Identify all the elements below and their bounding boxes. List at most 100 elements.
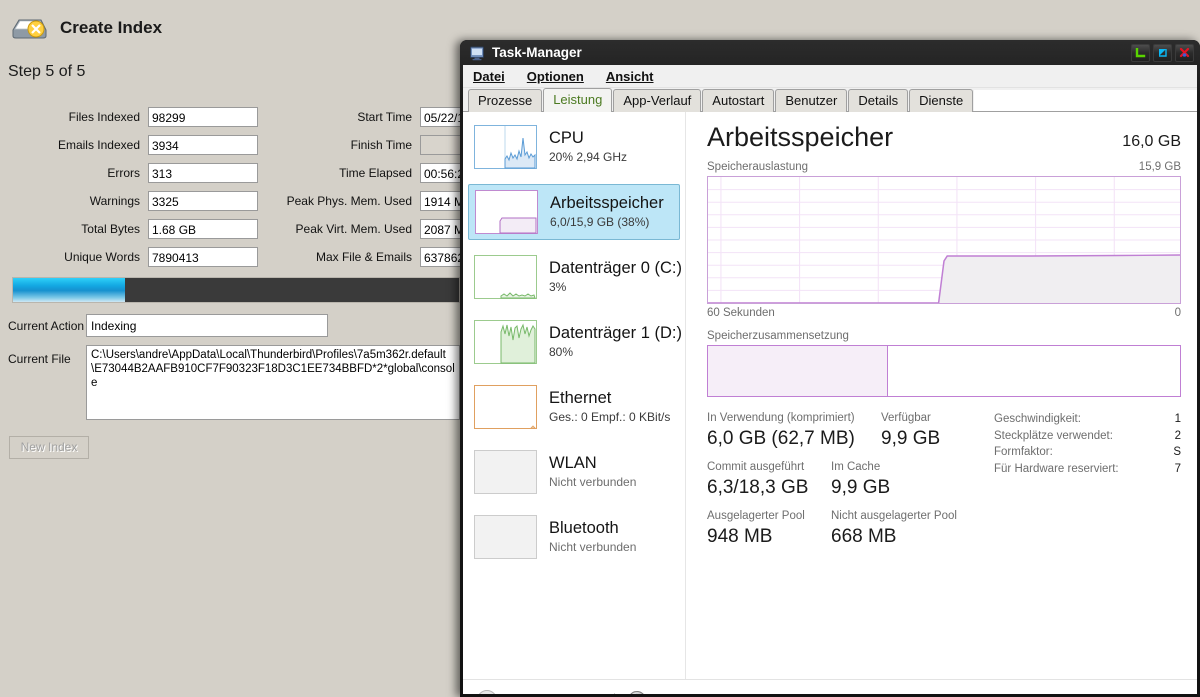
sidebar-item-label: Arbeitsspeicher xyxy=(550,193,664,212)
tab-dienste[interactable]: Dienste xyxy=(909,89,974,112)
stat-value: 9,9 GB xyxy=(831,477,891,498)
memory-hardware-info: Geschwindigkeit: 1 Steckplätze verwendet… xyxy=(990,411,1181,558)
field-label: Emails Indexed xyxy=(57,138,140,152)
graph-label: Speicherauslastung xyxy=(707,161,809,173)
close-icon[interactable] xyxy=(1175,44,1194,62)
maximize-icon[interactable] xyxy=(1153,44,1172,62)
sidebar-item-arbeitsspeicher[interactable]: Arbeitsspeicher 6,0/15,9 GB (38%) xyxy=(468,184,680,240)
stat-row: In Verwendung (komprimiert) 6,0 GB (62,7… xyxy=(707,411,990,451)
field-errors: Errors 313 xyxy=(40,162,258,184)
sidebar-item-ethernet[interactable]: Ethernet Ges.: 0 Empf.: 0 KBit/s xyxy=(468,379,680,435)
sidebar-item-text: WLAN Nicht verbunden xyxy=(549,454,636,491)
graph-axis-right: 0 xyxy=(1174,307,1181,319)
menu-ansicht[interactable]: Ansicht xyxy=(606,69,654,84)
disk1-sparkline-icon xyxy=(474,320,537,364)
index-progress-fill xyxy=(13,278,125,302)
composition-available-segment xyxy=(888,346,1180,396)
resource-monitor-icon xyxy=(628,691,647,694)
performance-body: CPU 20% 2,94 GHz Arbeitsspeicher 6,0/15,… xyxy=(463,112,1197,679)
sidebar-item-sub: Nicht verbunden xyxy=(549,474,637,489)
memory-composition-bar[interactable] xyxy=(707,345,1181,397)
minimize-icon[interactable] xyxy=(1131,44,1150,62)
stat-cached: Im Cache 9,9 GB xyxy=(831,460,890,500)
sidebar-item-bluetooth[interactable]: Bluetooth Nicht verbunden xyxy=(468,509,680,565)
field-label: Time Elapsed xyxy=(339,166,412,180)
field-label: Max File & Emails xyxy=(315,250,412,264)
window-controls xyxy=(1131,44,1194,62)
memory-total: 16,0 GB xyxy=(1122,133,1181,150)
field-emails-indexed: Emails Indexed 3934 xyxy=(40,134,258,156)
tab-app-verlauf[interactable]: App-Verlauf xyxy=(613,89,702,112)
hw-value: 2 xyxy=(1174,429,1181,442)
stat-paged-pool: Ausgelagerter Pool 948 MB xyxy=(707,509,831,549)
field-label: Warnings xyxy=(89,194,140,208)
footer-divider xyxy=(614,693,616,694)
hw-label: Steckplätze verwendet: xyxy=(994,429,1113,442)
disk0-sparkline-icon xyxy=(474,255,537,299)
memory-sparkline-icon xyxy=(475,190,538,234)
sidebar-item-datentraeger-1[interactable]: Datenträger 1 (D:) 80% xyxy=(468,314,682,370)
field-label: Peak Phys. Mem. Used xyxy=(286,194,412,208)
field-value[interactable]: 3934 xyxy=(148,135,258,155)
menu-datei-label: Datei xyxy=(473,68,505,84)
performance-sidebar: CPU 20% 2,94 GHz Arbeitsspeicher 6,0/15,… xyxy=(463,112,686,679)
field-label: Finish Time xyxy=(350,138,412,152)
field-value[interactable]: 98299 xyxy=(148,107,258,127)
new-index-button[interactable]: New Index xyxy=(9,436,89,459)
less-details-button[interactable]: Weniger Details xyxy=(477,690,601,694)
stat-label: Ausgelagerter Pool xyxy=(707,510,805,522)
sidebar-item-sub: Nicht verbunden xyxy=(549,539,637,554)
sidebar-item-text: Arbeitsspeicher 6,0/15,9 GB (38%) xyxy=(550,194,664,231)
sidebar-item-wlan[interactable]: WLAN Nicht verbunden xyxy=(468,444,680,500)
hw-row-slots: Steckplätze verwendet: 2 xyxy=(994,428,1181,445)
tab-autostart[interactable]: Autostart xyxy=(702,89,775,112)
field-label: Files Indexed xyxy=(68,110,140,124)
tab-benutzer[interactable]: Benutzer xyxy=(775,89,848,112)
index-tray-icon xyxy=(10,14,48,42)
resource-monitor-link[interactable]: Ressourcenmonitor öffnen xyxy=(628,691,794,694)
hw-row-reserved: Für Hardware reserviert: 7 xyxy=(994,461,1181,478)
current-file-label: Current File xyxy=(8,352,71,366)
sidebar-item-cpu[interactable]: CPU 20% 2,94 GHz xyxy=(468,119,680,175)
sidebar-item-label: WLAN xyxy=(549,453,597,472)
tab-details[interactable]: Details xyxy=(848,89,909,112)
memory-header: Arbeitsspeicher 16,0 GB xyxy=(707,122,1181,153)
wlan-sparkline-icon xyxy=(474,450,537,494)
hw-label: Geschwindigkeit: xyxy=(994,413,1081,425)
stat-label: Commit ausgeführt xyxy=(707,461,805,473)
task-manager-icon xyxy=(469,45,485,61)
tab-strip: Prozesse Leistung App-Verlauf Autostart … xyxy=(463,88,1197,112)
hw-value: 1 xyxy=(1174,413,1181,425)
ethernet-sparkline-icon xyxy=(474,385,537,429)
graph-axis-left: 60 Sekunden xyxy=(707,307,775,319)
sidebar-item-sub: 3% xyxy=(549,279,567,294)
current-file-value[interactable]: C:\Users\andre\AppData\Local\Thunderbird… xyxy=(86,345,460,420)
sidebar-item-sub: 6,0/15,9 GB (38%) xyxy=(550,214,650,229)
tab-prozesse[interactable]: Prozesse xyxy=(468,89,543,112)
hw-value: S xyxy=(1173,446,1181,458)
hw-value: 7 xyxy=(1174,462,1181,475)
hw-label: Formfaktor: xyxy=(994,446,1053,458)
field-value[interactable]: 313 xyxy=(148,163,258,183)
menu-datei[interactable]: Datei xyxy=(473,69,505,84)
sidebar-item-sub: 80% xyxy=(549,344,574,359)
memory-stats-left: In Verwendung (komprimiert) 6,0 GB (62,7… xyxy=(707,411,990,558)
sidebar-item-datentraeger-0[interactable]: Datenträger 0 (C:) 3% xyxy=(468,249,682,305)
tab-leistung[interactable]: Leistung xyxy=(543,88,613,112)
field-total-bytes: Total Bytes 1.68 GB xyxy=(40,218,258,240)
menu-bar: Datei Optionen Ansicht xyxy=(463,65,1197,88)
current-action-value[interactable]: Indexing xyxy=(86,314,328,337)
stat-label: Verfügbar xyxy=(881,412,931,424)
field-value[interactable]: 7890413 xyxy=(148,247,258,267)
stat-label: Nicht ausgelagerter Pool xyxy=(831,510,957,522)
field-value[interactable]: 1.68 GB xyxy=(148,219,258,239)
stat-row: Commit ausgeführt 6,3/18,3 GB Im Cache 9… xyxy=(707,460,990,500)
less-details-label: Weniger Details xyxy=(506,693,601,695)
menu-optionen[interactable]: Optionen xyxy=(527,69,584,84)
field-value[interactable]: 3325 xyxy=(148,191,258,211)
title-bar[interactable]: Task-Manager xyxy=(460,40,1200,65)
field-label: Errors xyxy=(107,166,140,180)
step-indicator: Step 5 of 5 xyxy=(8,63,86,80)
memory-title: Arbeitsspeicher xyxy=(707,122,894,152)
stat-row: Ausgelagerter Pool 948 MB Nicht ausgelag… xyxy=(707,509,990,549)
